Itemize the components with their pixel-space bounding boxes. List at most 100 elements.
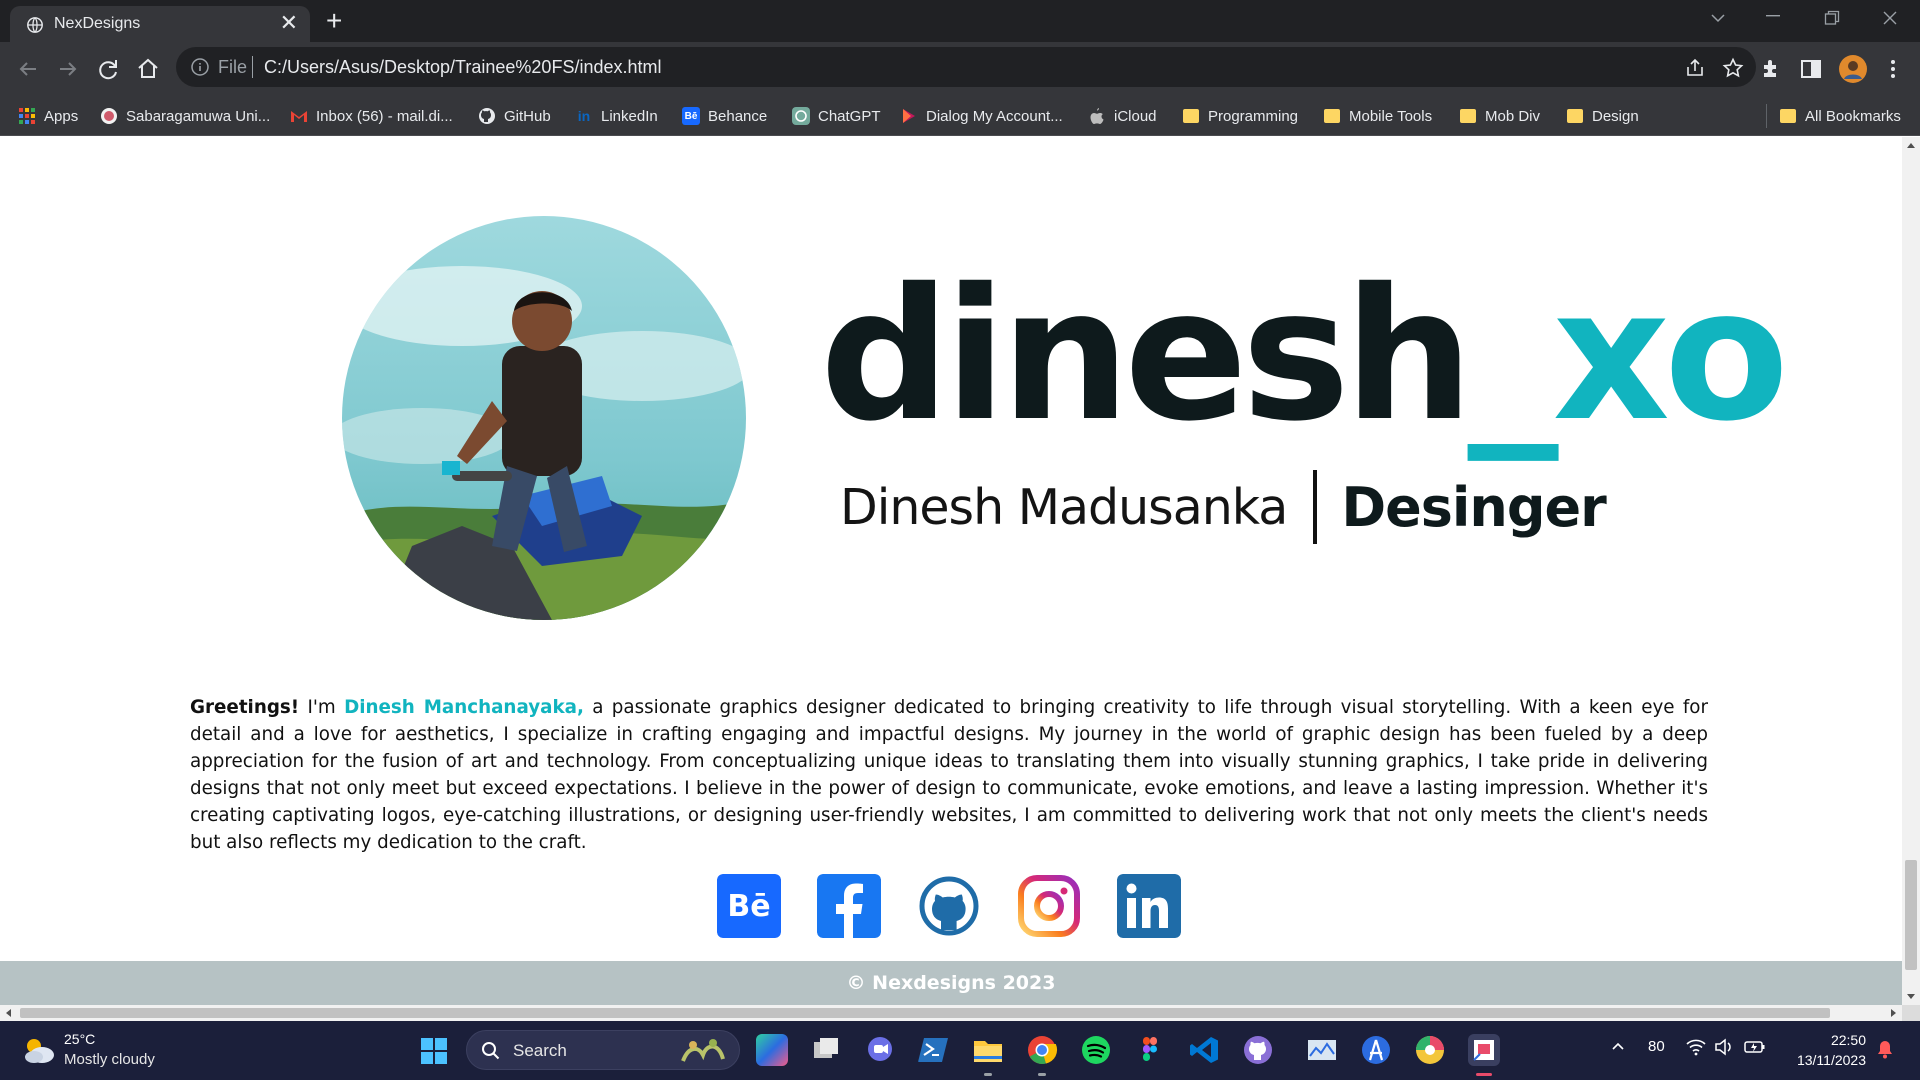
file-explorer-icon[interactable] (972, 1034, 1004, 1066)
page-viewport: dinesh_xo Dinesh Madusanka Desinger Gree… (0, 137, 1902, 1005)
address-url[interactable]: C:/Users/Asus/Desktop/Trainee%20FS/index… (264, 57, 662, 78)
page-footer: © Nexdesigns 2023 (0, 961, 1902, 1005)
app-store-icon[interactable] (1360, 1034, 1392, 1066)
snipping-tool-active-indicator (1476, 1073, 1492, 1076)
powershell-icon[interactable] (918, 1034, 950, 1066)
snipping-tool-icon[interactable] (1468, 1034, 1500, 1066)
scroll-left-icon[interactable] (6, 1009, 11, 1017)
clock-date: 13/11/2023 (1796, 1052, 1866, 1068)
bookmark-chatgpt[interactable]: ChatGPT (792, 104, 881, 128)
minimize-icon[interactable] (1765, 14, 1781, 18)
brand-name-accent: _xo (1467, 249, 1789, 461)
teams-chat-icon[interactable] (864, 1034, 896, 1066)
forward-icon[interactable] (54, 55, 82, 83)
cloudy-weather-icon[interactable] (22, 1035, 56, 1065)
chrome-icon[interactable] (1026, 1034, 1058, 1066)
linkedin-icon[interactable] (1117, 874, 1181, 938)
bookmark-label: LinkedIn (601, 107, 658, 125)
search-icon (482, 1042, 500, 1060)
scroll-right-icon[interactable] (1891, 1009, 1896, 1017)
bookmark-label: Mob Div (1485, 107, 1541, 125)
bookmark-inbox[interactable]: Inbox (56) - mail.di... (290, 104, 453, 128)
active-tab[interactable]: NexDesigns ✕ (10, 6, 310, 42)
bookmark-folder-design[interactable]: Design (1566, 104, 1639, 128)
copilot-app-icon[interactable] (756, 1034, 788, 1066)
weather-temperature[interactable]: 25°C (64, 1031, 95, 1047)
restore-icon[interactable] (1824, 10, 1840, 26)
browser-menu-icon[interactable] (1880, 56, 1906, 82)
bookmark-label: Sabaragamuwa Uni... (126, 107, 271, 125)
bookmark-label: Programming (1208, 107, 1299, 125)
bookmark-folder-mobile-tools[interactable]: Mobile Tools (1323, 104, 1432, 128)
wifi-icon[interactable] (1686, 1038, 1706, 1056)
bookmark-behance[interactable]: Bē Behance (682, 104, 767, 128)
tab-close-icon[interactable]: ✕ (280, 12, 298, 34)
bookmark-star-icon[interactable] (1722, 57, 1744, 79)
horizontal-scroll-thumb[interactable] (20, 1008, 1830, 1018)
site-info-icon[interactable] (190, 57, 210, 77)
profile-avatar-icon[interactable] (1838, 54, 1868, 84)
browser-toolbar: File C:/Users/Asus/Desktop/Trainee%20FS/… (0, 42, 1920, 96)
extensions-icon[interactable] (1758, 56, 1784, 82)
show-hidden-icons-chevron-icon[interactable] (1610, 1038, 1626, 1054)
bookmark-apps[interactable]: Apps (18, 104, 78, 128)
taskbar-clock[interactable]: 22:50 13/11/2023 (1797, 1030, 1866, 1070)
vscode-icon[interactable] (1188, 1034, 1220, 1066)
horizontal-scrollbar[interactable] (0, 1005, 1902, 1021)
color-picker-icon[interactable] (1414, 1034, 1446, 1066)
battery-charging-icon[interactable] (1744, 1038, 1766, 1056)
tray-number[interactable]: 80 (1648, 1038, 1665, 1055)
subline-divider (1313, 470, 1318, 544)
back-icon[interactable] (14, 55, 42, 83)
scroll-up-icon[interactable] (1907, 143, 1915, 148)
bookmark-github[interactable]: GitHub (478, 104, 551, 128)
dialog-icon (903, 109, 915, 123)
window-close-icon[interactable] (1882, 10, 1898, 26)
bookmark-label: Mobile Tools (1349, 107, 1433, 125)
scroll-down-icon[interactable] (1907, 994, 1915, 999)
bookmark-sabaragamuwa[interactable]: Sabaragamuwa Uni... (100, 104, 270, 128)
taskbar-search[interactable]: Search (466, 1030, 740, 1070)
new-tab-button[interactable]: + (326, 6, 342, 36)
address-bar[interactable]: File C:/Users/Asus/Desktop/Trainee%20FS/… (176, 47, 1756, 87)
share-icon[interactable] (1684, 57, 1706, 79)
scrollbar-corner (1902, 1005, 1920, 1021)
brand-subline: Dinesh Madusanka Desinger (840, 467, 1607, 547)
tab-search-icon[interactable] (1710, 12, 1726, 24)
behance-icon[interactable]: Bē (717, 874, 781, 938)
spotify-icon[interactable] (1080, 1034, 1112, 1066)
weather-description[interactable]: Mostly cloudy (64, 1051, 155, 1068)
apple-icon (1090, 108, 1104, 124)
side-panel-icon[interactable] (1798, 56, 1824, 82)
bio-greeting: Greetings! (190, 697, 300, 718)
home-icon[interactable] (134, 55, 162, 83)
vertical-scroll-thumb[interactable] (1905, 860, 1917, 970)
vertical-scrollbar[interactable] (1902, 137, 1920, 1005)
linkedin-icon: in (577, 108, 591, 124)
facebook-icon[interactable] (817, 874, 881, 938)
windows-start-icon[interactable] (420, 1037, 448, 1065)
figma-icon[interactable] (1134, 1034, 1166, 1066)
folder-icon (1566, 107, 1584, 125)
reload-icon[interactable] (94, 55, 122, 83)
bookmark-all-bookmarks[interactable]: All Bookmarks (1766, 104, 1901, 128)
profile-photo (342, 216, 746, 620)
address-divider (252, 56, 253, 78)
apps-grid-icon (19, 108, 35, 124)
instagram-icon[interactable] (1017, 874, 1081, 938)
github-icon[interactable] (917, 874, 981, 938)
bookmark-folder-mob-div[interactable]: Mob Div (1459, 104, 1540, 128)
github-desktop-icon[interactable] (1242, 1034, 1274, 1066)
bookmark-dialog[interactable]: Dialog My Account... (900, 104, 1063, 128)
task-view-icon[interactable] (810, 1034, 842, 1066)
bookmark-linkedin[interactable]: in LinkedIn (575, 104, 658, 128)
monitor-chart-icon[interactable] (1306, 1034, 1338, 1066)
notification-bell-icon[interactable] (1876, 1039, 1894, 1059)
bookmark-icloud[interactable]: iCloud (1088, 104, 1157, 128)
chatgpt-icon (792, 107, 810, 125)
brand-logo: dinesh_xo (820, 255, 1789, 455)
volume-icon[interactable] (1714, 1038, 1734, 1056)
windows-taskbar: 25°C Mostly cloudy Search 80 22:50 13/11… (0, 1021, 1920, 1080)
bookmark-folder-programming[interactable]: Programming (1182, 104, 1298, 128)
folder-icon (1779, 107, 1797, 125)
